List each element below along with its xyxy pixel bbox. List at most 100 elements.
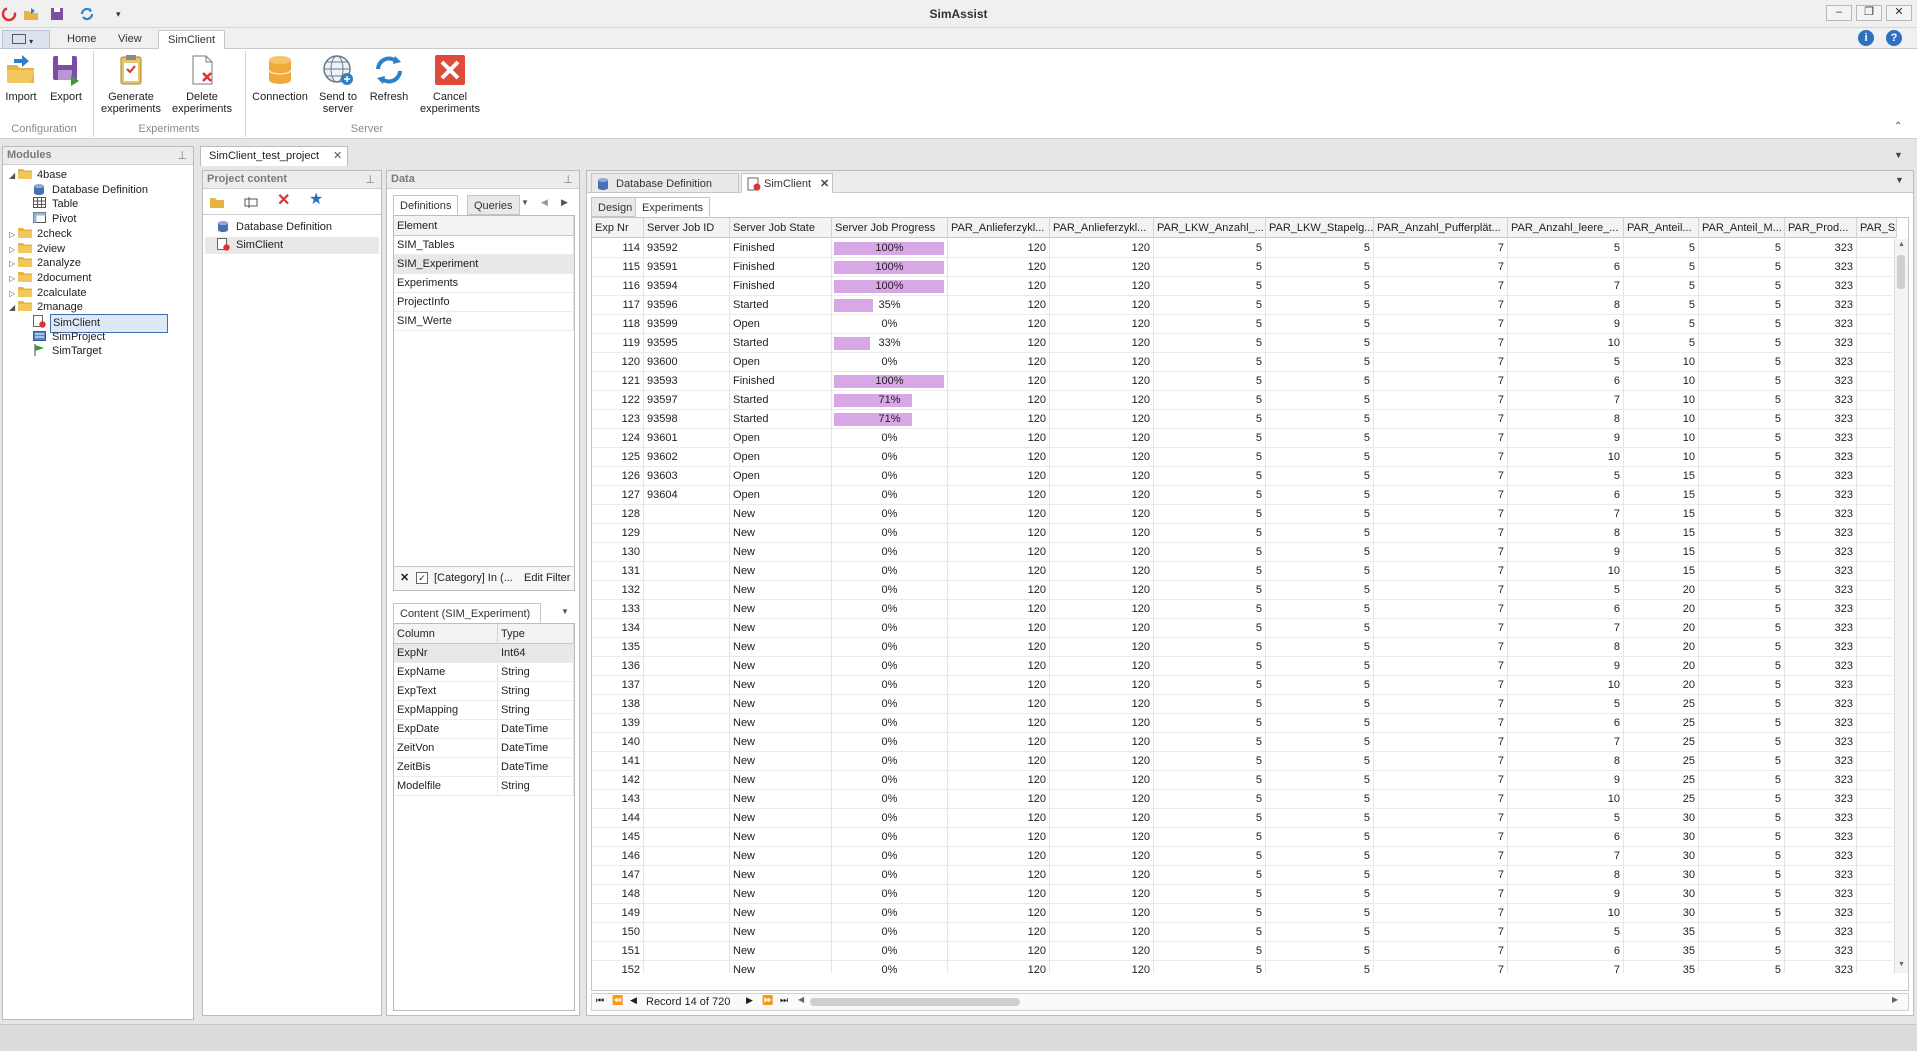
grid-cell[interactable] <box>1857 809 1892 828</box>
grid-cell[interactable] <box>1857 961 1892 973</box>
grid-cell[interactable]: 8 <box>1508 524 1624 543</box>
grid-cell[interactable]: 136 <box>592 657 644 676</box>
grid-cell[interactable]: 120 <box>948 600 1050 619</box>
tab-definitions[interactable]: Definitions <box>393 195 459 215</box>
grid-cell[interactable]: 120 <box>948 562 1050 581</box>
grid-cell[interactable]: 35 <box>1624 923 1699 942</box>
content-column-cell[interactable]: ExpNr <box>394 644 498 663</box>
grid-cell[interactable]: 5 <box>1266 771 1374 790</box>
grid-cell[interactable]: 10 <box>1508 790 1624 809</box>
pin-icon[interactable]: ⊥ <box>177 148 187 165</box>
grid-cell[interactable] <box>644 923 730 942</box>
grid-cell[interactable]: 5 <box>1699 866 1785 885</box>
grid-cell[interactable]: 8 <box>1508 752 1624 771</box>
grid-cell[interactable]: 120 <box>1050 429 1154 448</box>
grid-cell[interactable]: 120 <box>948 809 1050 828</box>
grid-cell[interactable]: Finished <box>730 258 832 277</box>
grid-cell[interactable]: New <box>730 505 832 524</box>
grid-cell[interactable]: 120 <box>1050 562 1154 581</box>
grid-cell[interactable]: 5 <box>1154 847 1266 866</box>
grid-cell[interactable]: 120 <box>1050 258 1154 277</box>
grid-cell[interactable] <box>644 809 730 828</box>
grid-cell[interactable]: 5 <box>1699 372 1785 391</box>
element-row[interactable]: ProjectInfo <box>394 293 574 312</box>
grid-cell[interactable]: 5 <box>1699 695 1785 714</box>
grid-cell[interactable]: 5 <box>1699 657 1785 676</box>
grid-cell[interactable]: 5 <box>1154 258 1266 277</box>
restore-button[interactable]: ❐ <box>1856 5 1882 21</box>
grid-cell[interactable]: 130 <box>592 543 644 562</box>
grid-cell[interactable]: 138 <box>592 695 644 714</box>
grid-cell[interactable]: 20 <box>1624 581 1699 600</box>
grid-cell[interactable]: 7 <box>1374 714 1508 733</box>
grid-cell[interactable]: 323 <box>1785 657 1857 676</box>
grid-cell[interactable]: 7 <box>1374 828 1508 847</box>
grid-cell[interactable] <box>1857 505 1892 524</box>
grid-cell[interactable]: 5 <box>1154 638 1266 657</box>
grid-cell[interactable]: 5 <box>1699 733 1785 752</box>
grid-cell[interactable]: 120 <box>1050 524 1154 543</box>
grid-cell[interactable] <box>644 733 730 752</box>
grid-cell[interactable]: 7 <box>1374 258 1508 277</box>
grid-cell[interactable]: 6 <box>1508 942 1624 961</box>
grid-cell[interactable]: 93602 <box>644 448 730 467</box>
collapse-arrow-icon[interactable]: ◢ <box>9 167 18 184</box>
grid-cell[interactable]: 120 <box>948 847 1050 866</box>
grid-cell[interactable]: 120 <box>948 467 1050 486</box>
grid-cell[interactable]: New <box>730 866 832 885</box>
grid-cell[interactable] <box>644 581 730 600</box>
grid-cell[interactable]: 5 <box>1266 448 1374 467</box>
grid-cell[interactable]: 6 <box>1508 372 1624 391</box>
grid-cell[interactable]: 15 <box>1624 505 1699 524</box>
grid-cell[interactable]: 25 <box>1624 752 1699 771</box>
module-item-simtarget[interactable]: SimTarget <box>33 343 104 360</box>
grid-cell[interactable]: 120 <box>948 334 1050 353</box>
grid-cell[interactable]: 120 <box>1050 733 1154 752</box>
grid-cell[interactable]: 123 <box>592 410 644 429</box>
grid-cell[interactable]: 5 <box>1508 239 1624 258</box>
grid-cell[interactable]: 120 <box>948 866 1050 885</box>
grid-cell[interactable]: 7 <box>1374 847 1508 866</box>
grid-cell[interactable]: 5 <box>1699 277 1785 296</box>
grid-cell[interactable]: 120 <box>1050 467 1154 486</box>
grid-cell[interactable]: 7 <box>1374 277 1508 296</box>
nav-prev-page-icon[interactable]: ⏪ <box>612 995 623 1006</box>
grid-cell[interactable]: 5 <box>1154 600 1266 619</box>
grid-cell[interactable]: 149 <box>592 904 644 923</box>
grid-cell[interactable]: 7 <box>1374 467 1508 486</box>
grid-cell[interactable] <box>644 904 730 923</box>
grid-cell[interactable]: 120 <box>948 771 1050 790</box>
grid-cell[interactable] <box>644 847 730 866</box>
grid-cell[interactable]: 5 <box>1508 695 1624 714</box>
grid-cell[interactable]: 5 <box>1699 429 1785 448</box>
grid-cell[interactable]: 7 <box>1374 904 1508 923</box>
grid-cell[interactable]: 115 <box>592 258 644 277</box>
grid-cell[interactable]: 7 <box>1508 391 1624 410</box>
grid-column-header[interactable]: PAR_Anteil_M... <box>1699 218 1785 238</box>
grid-cell[interactable]: 118 <box>592 315 644 334</box>
grid-cell[interactable]: 323 <box>1785 429 1857 448</box>
grid-cell[interactable]: 5 <box>1624 258 1699 277</box>
grid-cell[interactable]: 128 <box>592 505 644 524</box>
grid-cell[interactable]: 151 <box>592 942 644 961</box>
grid-cell[interactable]: 5 <box>1699 543 1785 562</box>
grid-cell[interactable]: 25 <box>1624 695 1699 714</box>
grid-cell[interactable]: 93592 <box>644 239 730 258</box>
grid-cell[interactable]: 20 <box>1624 619 1699 638</box>
grid-cell[interactable]: 323 <box>1785 866 1857 885</box>
grid-cell[interactable]: 323 <box>1785 790 1857 809</box>
grid-cell[interactable] <box>644 771 730 790</box>
import-button[interactable]: Import <box>2 53 40 103</box>
grid-cell[interactable]: 5 <box>1266 866 1374 885</box>
grid-cell[interactable]: 120 <box>1050 334 1154 353</box>
grid-cell[interactable]: 6 <box>1508 714 1624 733</box>
grid-cell[interactable]: 5 <box>1699 638 1785 657</box>
grid-cell[interactable] <box>644 714 730 733</box>
grid-cell[interactable]: 120 <box>1050 828 1154 847</box>
grid-cell[interactable]: 8 <box>1508 638 1624 657</box>
grid-cell[interactable]: 5 <box>1699 714 1785 733</box>
grid-cell[interactable]: 5 <box>1266 885 1374 904</box>
grid-cell[interactable]: Finished <box>730 277 832 296</box>
grid-cell[interactable] <box>1857 353 1892 372</box>
grid-cell[interactable] <box>1857 866 1892 885</box>
